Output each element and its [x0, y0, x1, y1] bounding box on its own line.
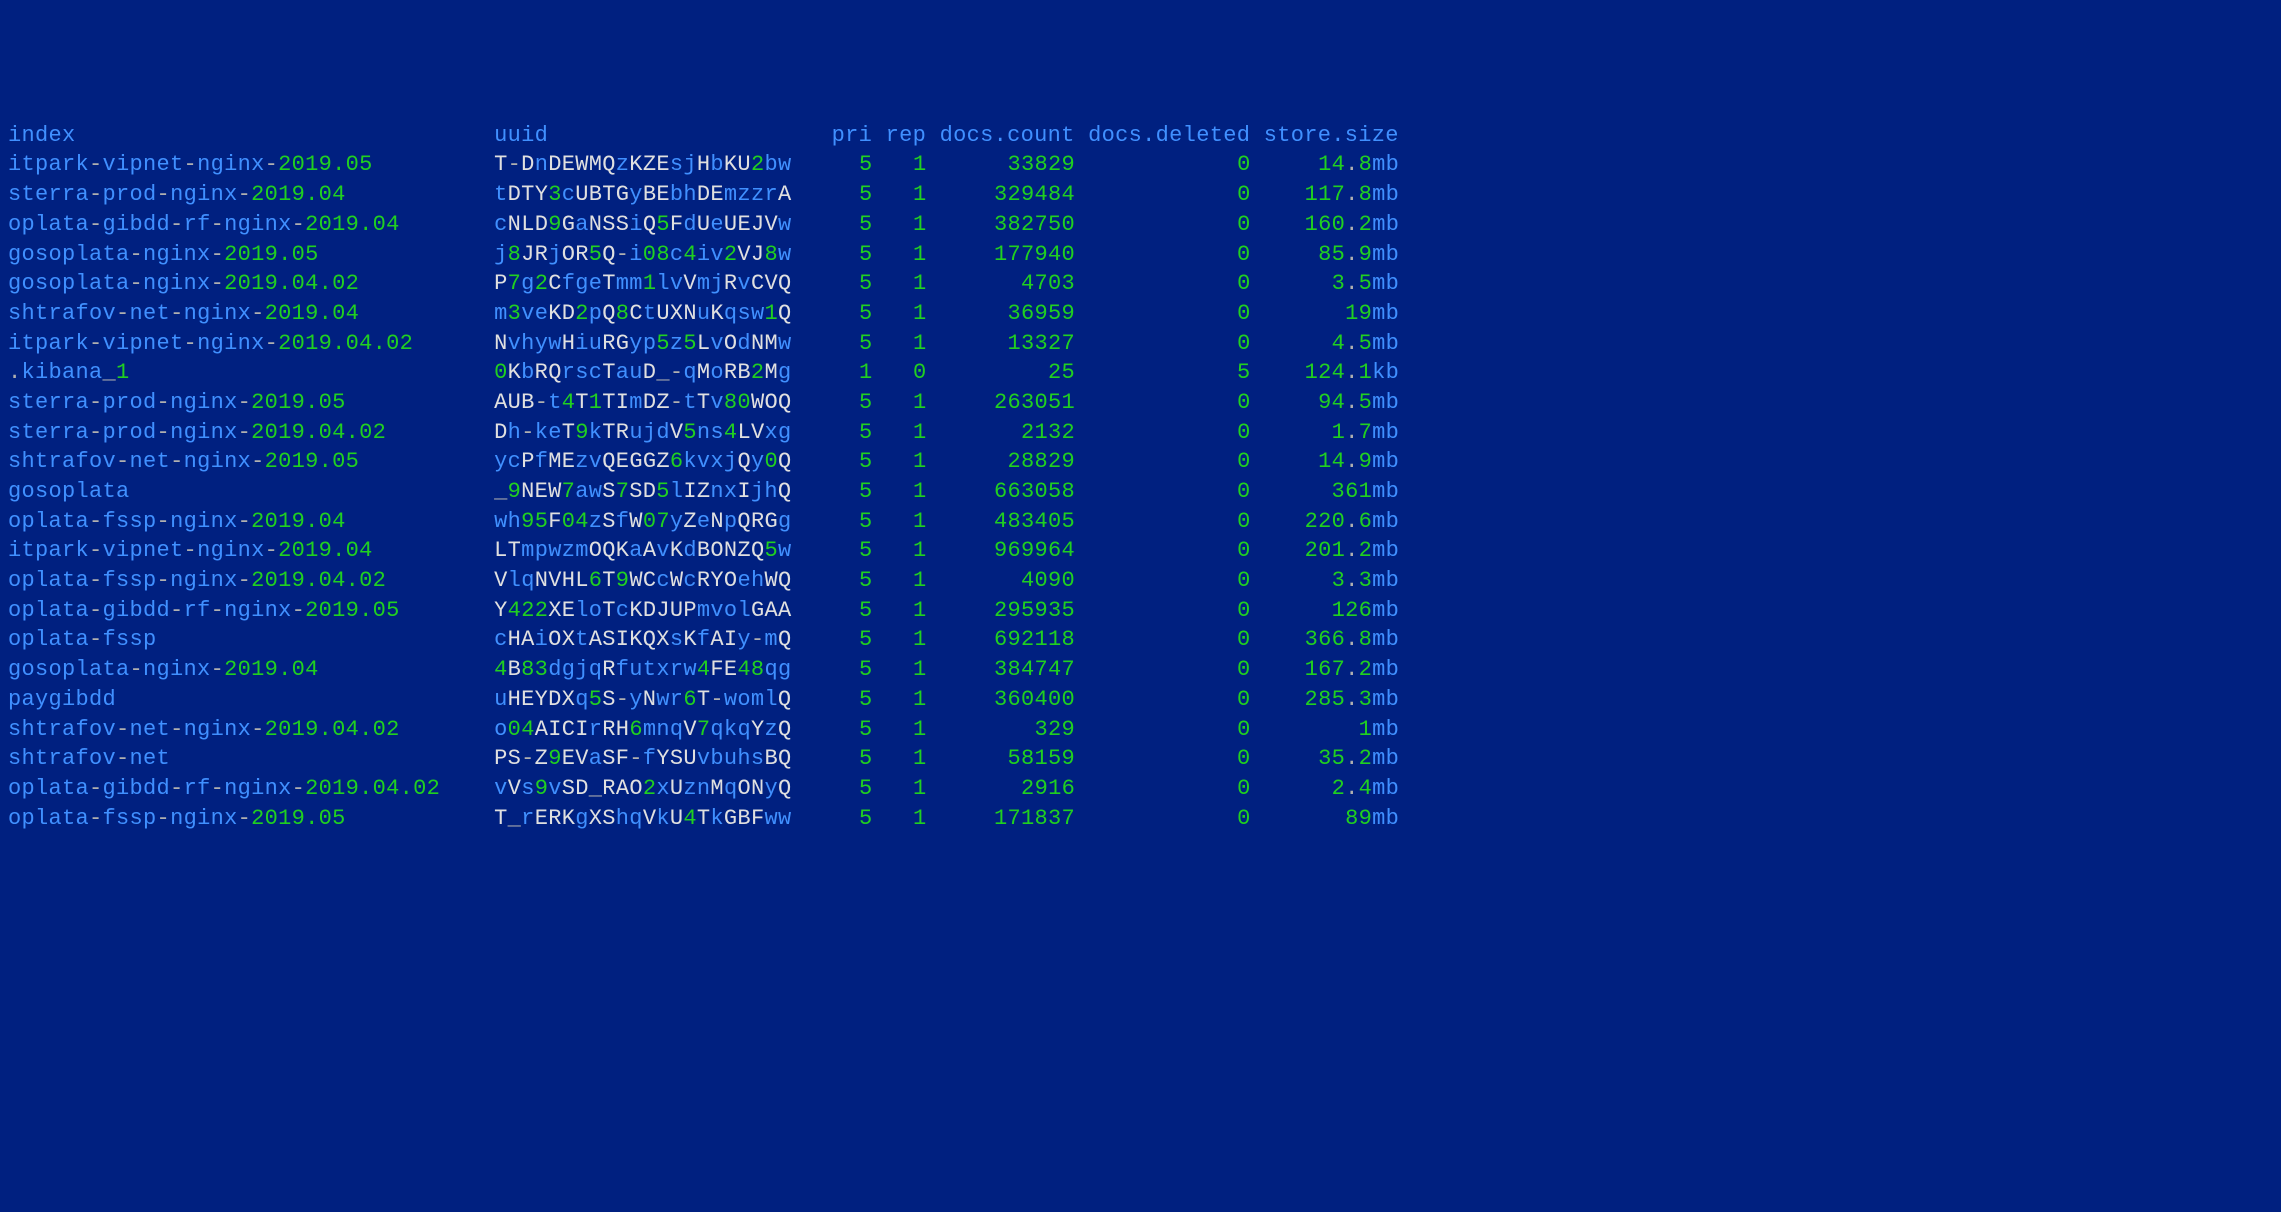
table-row: sterra-prod-nginx-2019.04 tDTY3cUBTGyBEb… — [8, 180, 2273, 210]
table-row: itpark-vipnet-nginx-2019.04 LTmpwzmOQKaA… — [8, 536, 2273, 566]
table-row: itpark-vipnet-nginx-2019.04.02 NvhywHiuR… — [8, 329, 2273, 359]
table-row: oplata-gibdd-rf-nginx-2019.05 Y422XEloTc… — [8, 596, 2273, 626]
table-row: .kibana_1 0KbRQrscTauD_-qMoRB2Mg 1 0 25 … — [8, 358, 2273, 388]
table-row: shtrafov-net PS-Z9EVaSF-fYSUvbuhsBQ 5 1 … — [8, 744, 2273, 774]
table-row: oplata-fssp-nginx-2019.05 T_rERKgXShqVkU… — [8, 804, 2273, 834]
table-header: index uuid pri rep docs.count docs.delet… — [8, 121, 2273, 151]
terminal-output: index uuid pri rep docs.count docs.delet… — [8, 121, 2273, 834]
table-row: oplata-gibdd-rf-nginx-2019.04.02 vVs9vSD… — [8, 774, 2273, 804]
table-row: gosoplata-nginx-2019.04.02 P7g2CfgeTmm1l… — [8, 269, 2273, 299]
table-row: oplata-fssp cHAiOXtASIKQXsKfAIy-mQ 5 1 6… — [8, 625, 2273, 655]
table-row: paygibdd uHEYDXq5S-yNwr6T-womlQ 5 1 3604… — [8, 685, 2273, 715]
table-row: oplata-fssp-nginx-2019.04.02 VlqNVHL6T9W… — [8, 566, 2273, 596]
table-row: gosoplata-nginx-2019.05 j8JRjOR5Q-i08c4i… — [8, 240, 2273, 270]
table-row: gosoplata _9NEW7awS7SD5lIZnxIjhQ 5 1 663… — [8, 477, 2273, 507]
table-row: shtrafov-net-nginx-2019.04 m3veKD2pQ8CtU… — [8, 299, 2273, 329]
table-row: shtrafov-net-nginx-2019.05 ycPfMEzvQEGGZ… — [8, 447, 2273, 477]
table-row: itpark-vipnet-nginx-2019.05 T-DnDEWMQzKZ… — [8, 150, 2273, 180]
table-row: sterra-prod-nginx-2019.05 AUB-t4T1TImDZ-… — [8, 388, 2273, 418]
table-row: oplata-gibdd-rf-nginx-2019.04 cNLD9GaNSS… — [8, 210, 2273, 240]
table-row: oplata-fssp-nginx-2019.04 wh95F04zSfW07y… — [8, 507, 2273, 537]
table-row: shtrafov-net-nginx-2019.04.02 o04AICIrRH… — [8, 715, 2273, 745]
table-row: gosoplata-nginx-2019.04 4B83dgjqRfutxrw4… — [8, 655, 2273, 685]
table-row: sterra-prod-nginx-2019.04.02 Dh-keT9kTRu… — [8, 418, 2273, 448]
